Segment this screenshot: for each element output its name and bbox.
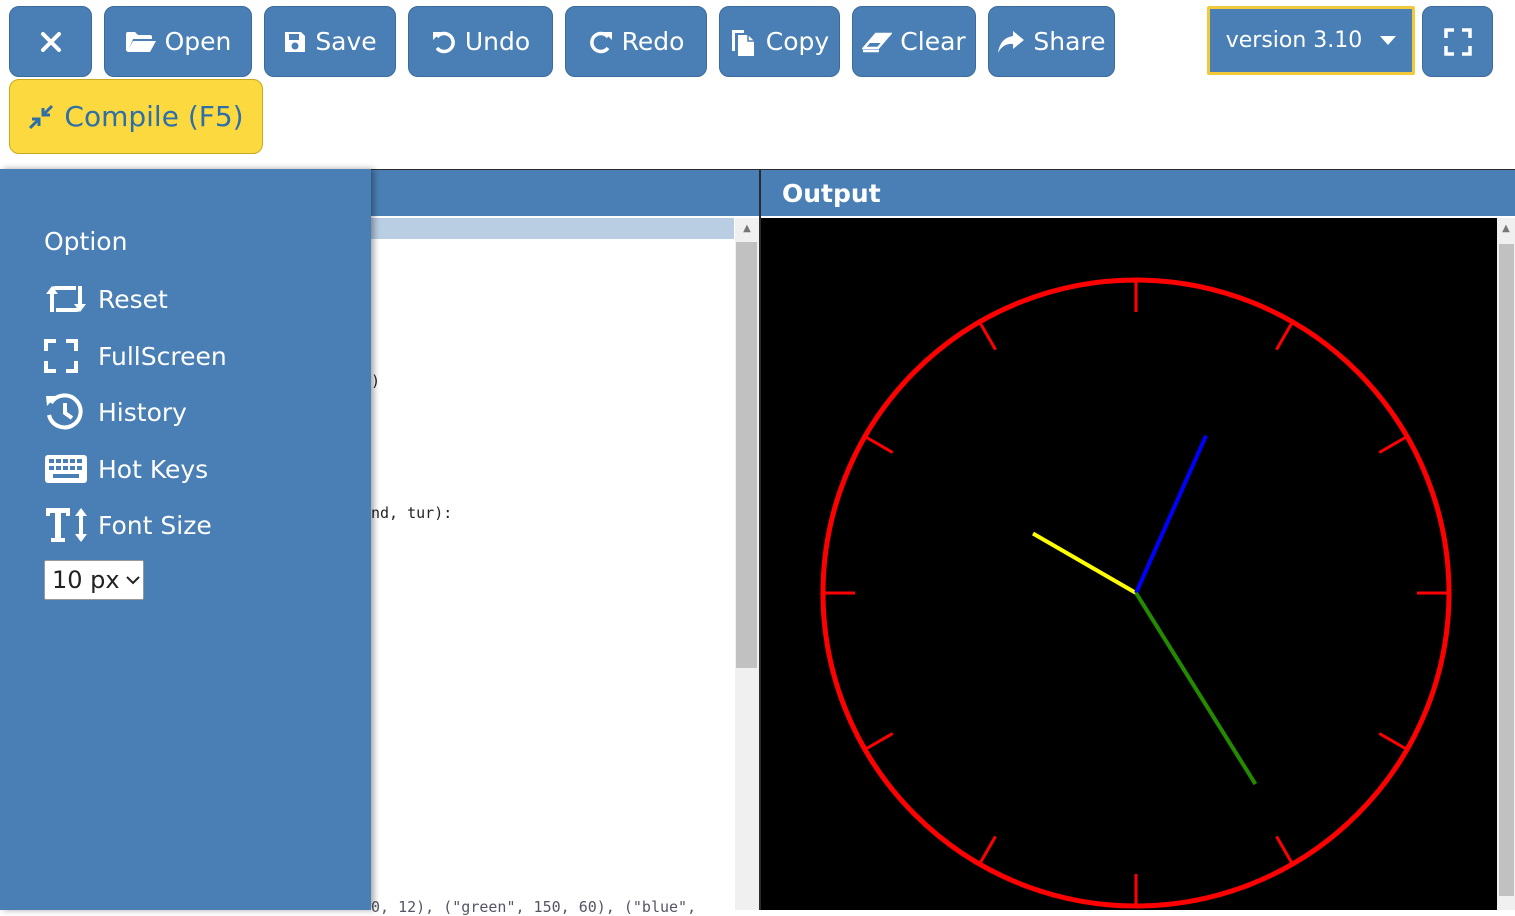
expand-icon	[1444, 28, 1472, 56]
open-label: Open	[165, 27, 232, 56]
menu-item-fullscreen[interactable]: FullScreen	[44, 336, 227, 376]
code-line: 0, 12), ("green", 150, 60), ("blue",	[371, 898, 696, 916]
save-icon	[283, 30, 307, 54]
copy-label: Copy	[766, 27, 829, 56]
reset-icon	[44, 282, 98, 316]
close-icon	[40, 31, 62, 53]
redo-icon	[588, 29, 614, 55]
clock-drawing	[761, 218, 1497, 910]
clock-tick	[980, 836, 996, 864]
close-button[interactable]	[9, 6, 92, 77]
menu-item-history[interactable]: History	[44, 392, 187, 432]
compress-icon	[28, 104, 54, 130]
redo-label: Redo	[622, 27, 685, 56]
share-button[interactable]: Share	[988, 6, 1115, 77]
copy-icon	[730, 27, 758, 57]
eraser-icon	[862, 31, 892, 53]
font-size-dropdown[interactable]: 10 px	[44, 560, 144, 600]
menu-item-hotkeys[interactable]: Hot Keys	[44, 449, 208, 489]
folder-open-icon	[125, 30, 157, 54]
sidebar-title: Option	[44, 227, 127, 256]
menu-label: Reset	[98, 285, 168, 314]
output-title: Output	[761, 170, 1515, 216]
clear-button[interactable]: Clear	[852, 6, 976, 77]
undo-label: Undo	[465, 27, 530, 56]
menu-label: FullScreen	[98, 342, 227, 371]
undo-button[interactable]: Undo	[408, 6, 553, 77]
share-icon	[997, 30, 1025, 54]
hour-hand	[1033, 534, 1136, 593]
clock-tick	[1379, 734, 1407, 750]
output-scrollbar-thumb[interactable]	[1499, 244, 1514, 896]
code-line: )	[371, 372, 380, 390]
clock-tick	[1379, 437, 1407, 453]
open-button[interactable]: Open	[104, 6, 252, 77]
compile-label: Compile (F5)	[64, 100, 243, 133]
keyboard-icon	[44, 454, 98, 484]
save-button[interactable]: Save	[264, 6, 396, 77]
options-sidebar: Option Reset FullScreen History Hot Keys…	[0, 169, 371, 910]
compile-button[interactable]: Compile (F5)	[9, 79, 263, 154]
fullscreen-button[interactable]	[1422, 6, 1493, 77]
code-line: nd, tur):	[371, 504, 452, 522]
clock-tick	[980, 322, 996, 350]
version-label: version 3.10	[1226, 28, 1363, 53]
share-label: Share	[1033, 27, 1105, 56]
menu-label: History	[98, 398, 187, 427]
editor-scrollbar-thumb[interactable]	[736, 242, 757, 668]
font-size-icon	[44, 506, 98, 544]
caret-down-icon	[1380, 36, 1396, 46]
minute-hand	[1136, 436, 1206, 593]
menu-label: Hot Keys	[98, 455, 208, 484]
undo-icon	[431, 29, 457, 55]
menu-item-reset[interactable]: Reset	[44, 279, 168, 319]
history-icon	[44, 393, 98, 431]
clock-tick	[865, 734, 893, 750]
menu-item-font-size[interactable]: Font Size	[44, 505, 212, 545]
scroll-up-arrow-icon[interactable]: ▲	[735, 220, 759, 238]
menu-label: Font Size	[98, 511, 212, 540]
code-editor[interactable]: ) nd, tur): 0, 12), ("green", 150, 60), …	[371, 218, 760, 910]
clock-tick	[865, 437, 893, 453]
output-canvas	[761, 218, 1497, 910]
chevron-down-icon	[126, 575, 140, 585]
fullscreen-icon	[44, 339, 98, 373]
editor-header	[371, 170, 759, 216]
redo-button[interactable]: Redo	[565, 6, 707, 77]
version-dropdown[interactable]: version 3.10	[1207, 6, 1415, 75]
clock-tick	[1277, 836, 1293, 864]
clock-tick	[1277, 322, 1293, 350]
save-label: Save	[315, 27, 376, 56]
copy-button[interactable]: Copy	[719, 6, 840, 77]
scroll-up-arrow-icon[interactable]: ▲	[1497, 220, 1515, 238]
second-hand	[1136, 593, 1255, 784]
active-line-highlight	[371, 218, 734, 239]
clear-label: Clear	[900, 27, 965, 56]
font-size-value: 10 px	[52, 566, 120, 594]
